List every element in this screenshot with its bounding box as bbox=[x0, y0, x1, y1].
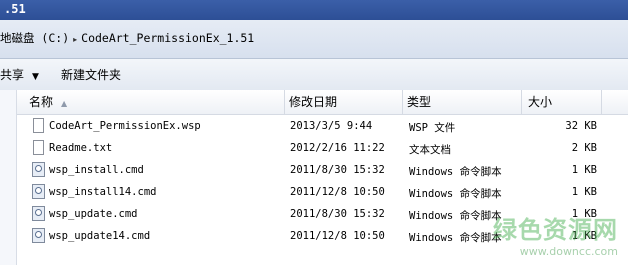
file-date: 2011/8/30 15:32 bbox=[290, 164, 385, 176]
file-name: wsp_update.cmd bbox=[49, 208, 138, 220]
share-label: 共享 bbox=[0, 68, 25, 82]
file-size: 1 KB bbox=[571, 164, 597, 176]
file-name: wsp_update14.cmd bbox=[49, 230, 151, 242]
file-size: 1 KB bbox=[571, 186, 597, 198]
sort-ascending-icon: ▲ bbox=[61, 99, 68, 108]
table-row[interactable]: wsp_update.cmd 2011/8/30 15:32 Windows 命… bbox=[17, 204, 628, 226]
breadcrumb: 地磁盘 (C:) ▸ CodeArt_PermissionEx_1.51 bbox=[0, 30, 254, 46]
new-folder-label: 新建文件夹 bbox=[61, 68, 122, 82]
file-name: CodeArt_PermissionEx.wsp bbox=[49, 120, 201, 132]
file-type: Windows 命令脚本 bbox=[409, 166, 502, 178]
column-headers: 名称 ▲ 修改日期 类型 大小 bbox=[17, 90, 628, 115]
chevron-right-icon[interactable]: ▸ bbox=[73, 35, 77, 44]
file-list: CodeArt_PermissionEx.wsp 2013/3/5 9:44 W… bbox=[17, 116, 628, 248]
file-type: 文本文档 bbox=[409, 144, 451, 156]
title-bar: .51 bbox=[0, 0, 628, 20]
file-size: 32 KB bbox=[565, 120, 597, 132]
file-type: Windows 命令脚本 bbox=[409, 210, 502, 222]
table-row[interactable]: wsp_update14.cmd 2011/12/8 10:50 Windows… bbox=[17, 226, 628, 248]
navigation-pane[interactable] bbox=[0, 90, 17, 265]
file-size: 1 KB bbox=[571, 208, 597, 220]
address-bar[interactable]: 地磁盘 (C:) ▸ CodeArt_PermissionEx_1.51 bbox=[0, 20, 628, 59]
file-date: 2011/12/8 10:50 bbox=[290, 186, 385, 198]
column-header-size[interactable]: 大小 bbox=[522, 90, 602, 114]
file-date: 2013/3/5 9:44 bbox=[290, 120, 373, 132]
file-type: WSP 文件 bbox=[409, 122, 456, 134]
file-date: 2011/8/30 15:32 bbox=[290, 208, 385, 220]
table-row[interactable]: wsp_install14.cmd 2011/12/8 10:50 Window… bbox=[17, 182, 628, 204]
table-row[interactable]: Readme.txt 2012/2/16 11:22 文本文档 2 KB bbox=[17, 138, 628, 160]
window-title: .51 bbox=[4, 2, 26, 16]
table-row[interactable]: wsp_install.cmd 2011/8/30 15:32 Windows … bbox=[17, 160, 628, 182]
file-name: wsp_install.cmd bbox=[49, 164, 144, 176]
new-folder-button[interactable]: 新建文件夹 bbox=[61, 66, 121, 83]
column-header-date[interactable]: 修改日期 bbox=[285, 90, 403, 114]
file-date: 2011/12/8 10:50 bbox=[290, 230, 385, 242]
file-size: 1 KB bbox=[571, 230, 597, 242]
table-row[interactable]: CodeArt_PermissionEx.wsp 2013/3/5 9:44 W… bbox=[17, 116, 628, 138]
batch-file-icon bbox=[32, 184, 46, 201]
file-size: 2 KB bbox=[571, 142, 597, 154]
column-header-name[interactable]: 名称 ▲ bbox=[17, 90, 285, 114]
file-type: Windows 命令脚本 bbox=[409, 188, 502, 200]
file-name: Readme.txt bbox=[49, 142, 113, 154]
document-icon bbox=[32, 118, 46, 135]
dropdown-caret-icon: ▼ bbox=[32, 72, 39, 82]
document-icon bbox=[32, 140, 46, 157]
breadcrumb-folder[interactable]: CodeArt_PermissionEx_1.51 bbox=[81, 31, 254, 45]
file-date: 2012/2/16 11:22 bbox=[290, 142, 385, 154]
file-name: wsp_install14.cmd bbox=[49, 186, 157, 198]
command-bar: 共享 ▼ 新建文件夹 bbox=[0, 59, 628, 91]
batch-file-icon bbox=[32, 228, 46, 245]
file-type: Windows 命令脚本 bbox=[409, 232, 502, 244]
share-button[interactable]: 共享 ▼ bbox=[0, 66, 39, 83]
breadcrumb-drive[interactable]: 地磁盘 (C:) bbox=[0, 31, 69, 45]
batch-file-icon bbox=[32, 162, 46, 179]
batch-file-icon bbox=[32, 206, 46, 223]
column-header-type[interactable]: 类型 bbox=[403, 90, 522, 114]
